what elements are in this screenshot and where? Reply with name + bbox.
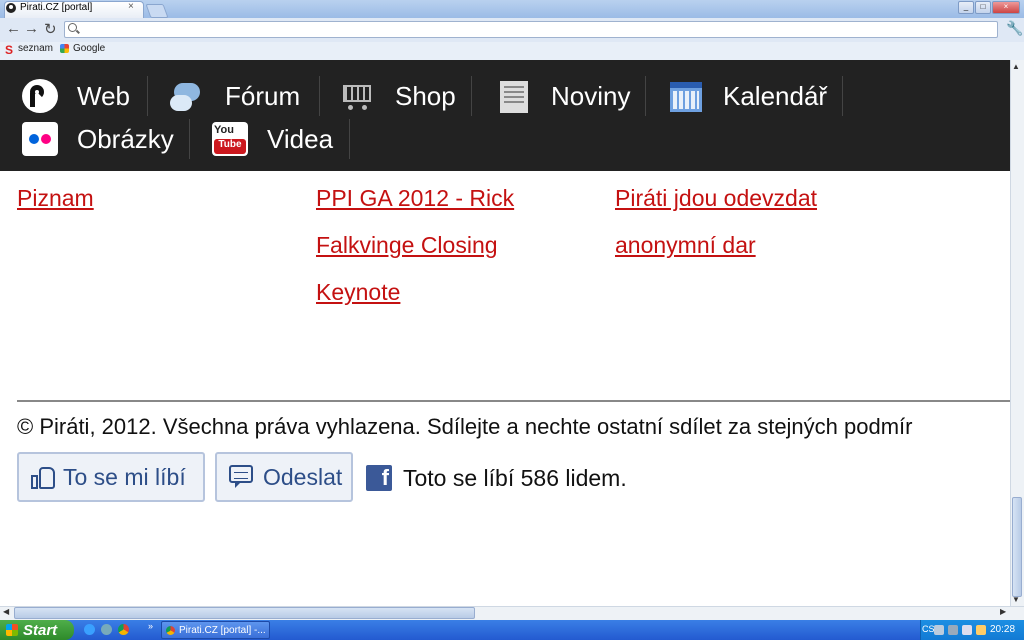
nav-item-shop[interactable]: Shop [340,76,472,116]
internet-explorer-icon[interactable] [84,624,95,635]
media-player-icon[interactable] [101,624,112,635]
chrome-icon [166,625,175,635]
nav-item-forum[interactable]: Fórum [170,76,320,116]
nav-item-videa[interactable]: Videa [212,119,350,159]
seznam-icon: S [5,43,14,57]
google-icon [60,44,69,53]
clock: 20:28 [990,624,1016,635]
pirate-favicon-icon [6,3,16,13]
volume-icon[interactable] [962,625,972,635]
forward-arrow-icon[interactable]: → [24,20,39,37]
taskbar-window-button[interactable]: Pirati.CZ [portal] -... [161,621,270,639]
chrome-icon[interactable] [118,624,129,635]
article-column: Piznam [17,175,287,222]
speech-bubble-icon [229,465,255,489]
window-close-button[interactable]: × [992,1,1020,14]
tray-app-icon[interactable] [948,625,958,635]
back-arrow-icon[interactable]: ← [6,20,21,37]
start-button[interactable]: Start [0,620,74,640]
scroll-up-icon[interactable]: ▲ [1012,62,1020,71]
cart-icon [340,79,376,113]
horizontal-scroll-thumb[interactable] [14,607,475,619]
footer-divider [17,400,1010,402]
like-label: To se mi líbí [63,463,186,490]
article-link[interactable]: PPI GA 2012 - Rick Falkvinge Closing Key… [316,185,514,305]
windows-logo-icon [6,624,18,636]
nav-item-web[interactable]: Web [22,76,148,116]
quicklaunch-more-icon[interactable]: » [148,621,153,631]
flickr-icon [22,122,58,156]
youtube-icon [212,122,248,156]
search-icon [68,23,77,32]
send-label: Odeslat [263,463,343,490]
maximize-button[interactable]: □ [975,1,991,14]
start-label: Start [23,621,58,639]
security-icon[interactable] [976,625,986,635]
nav-label: Obrázky [77,123,174,154]
scroll-down-icon[interactable]: ▼ [1012,595,1020,604]
article-link[interactable]: Piráti jdou odevzdat anonymní dar [615,185,817,258]
tab-close-icon[interactable]: × [128,1,134,12]
chat-icon [170,79,206,113]
nav-label: Noviny [551,80,631,111]
article-column: Piráti jdou odevzdat anonymní dar [615,175,905,269]
reload-icon[interactable]: ↻ [44,20,57,38]
scroll-left-icon[interactable]: ◀ [3,607,9,616]
article-column: PPI GA 2012 - Rick Falkvinge Closing Key… [316,175,586,316]
send-button[interactable]: Odeslat [215,452,353,502]
nav-label: Shop [395,80,456,111]
bookmarks-bar [0,42,1024,60]
article-link[interactable]: Piznam [17,185,94,211]
nav-label: Fórum [225,80,301,111]
calendar-icon [668,79,704,113]
nav-item-obrazky[interactable]: Obrázky [22,119,190,159]
nav-item-kalendar[interactable]: Kalendář [668,76,843,116]
tab-title[interactable]: Pirati.CZ [portal] [20,2,92,13]
taskbar [0,620,1024,640]
taskbar-window-label: Pirati.CZ [portal] -... [179,624,266,636]
network-icon[interactable] [934,625,944,635]
nav-item-noviny[interactable]: Noviny [496,76,646,116]
nav-label: Videa [267,123,334,154]
bookmark-google[interactable]: Google [73,43,105,54]
copyright-text: © Piráti, 2012. Všechna práva vyhlazena.… [17,414,913,439]
like-button[interactable]: To se mi líbí [17,452,205,502]
nav-label: Kalendář [723,80,828,111]
scroll-right-icon[interactable]: ▶ [1000,607,1006,616]
thumbs-up-icon [31,465,57,489]
nav-label: Web [77,80,130,111]
newspaper-icon [496,79,532,113]
language-indicator[interactable]: CS [922,624,935,634]
like-count-text: Toto se líbí 586 lidem. [403,465,627,491]
bookmark-seznam[interactable]: seznam [18,43,53,54]
vertical-scroll-thumb[interactable] [1012,497,1022,597]
minimize-button[interactable]: _ [958,1,974,14]
pirate-logo-icon [22,79,58,113]
wrench-icon[interactable]: 🔧 [1006,20,1023,37]
facebook-icon: f [366,465,392,491]
address-bar[interactable] [64,21,998,38]
